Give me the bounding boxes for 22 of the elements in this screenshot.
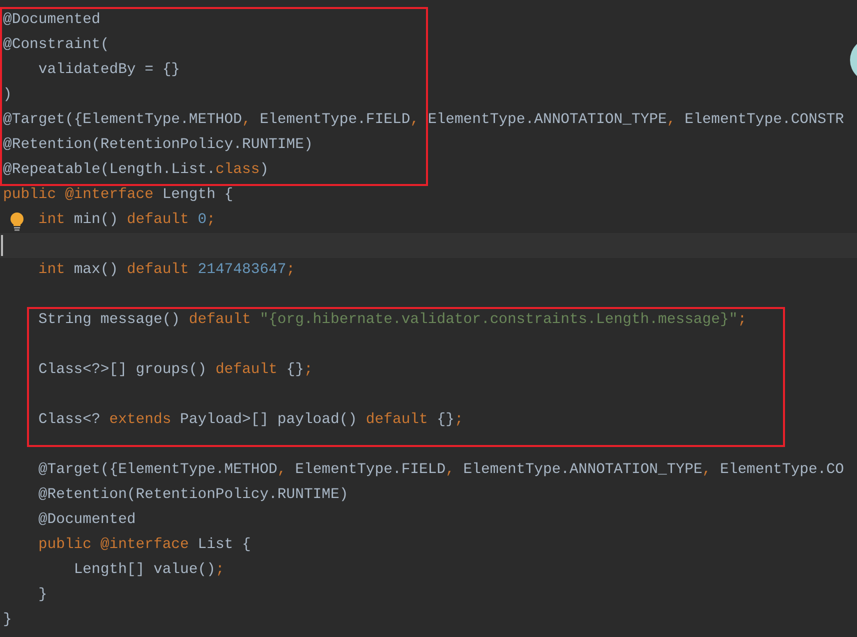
code-line: String message() default "{org.hibernate.validator.constraints.Length.message}";: [38, 311, 747, 330]
code-line: @Repeatable(Length.List.class): [3, 161, 269, 180]
code-line: Class<?>[] groups() default {};: [38, 361, 313, 380]
code-line: public @interface Length {: [3, 186, 234, 205]
code-line: @Constraint(: [3, 36, 110, 55]
code-line: Length[] value();: [74, 561, 224, 580]
code-line: @Documented: [3, 11, 100, 30]
code-line: validatedBy = {}: [38, 61, 180, 80]
code-line: @Target({ElementType.METHOD, ElementType.FIELD, ElementType.ANNOTATION_TYPE, ElementType.CONSTR: [3, 111, 844, 130]
code-line: public @interface List {: [38, 536, 251, 555]
code-line: }: [3, 611, 12, 630]
lightbulb-icon[interactable]: [10, 212, 24, 231]
code-line: int min() default 0;: [38, 211, 216, 230]
code-line: Class<? extends Payload>[] payload() default {};: [38, 411, 464, 430]
code-line: @Retention(RetentionPolicy.RUNTIME): [38, 486, 348, 505]
code-line: @Target({ElementType.METHOD, ElementType.FIELD, ElementType.ANNOTATION_TYPE, ElementType.CO: [38, 461, 844, 480]
code-line: int max() default 2147483647;: [38, 261, 296, 280]
code-line: }: [38, 586, 48, 605]
text-caret: [1, 235, 3, 256]
code-line: ): [3, 86, 12, 105]
code-line: @Retention(RetentionPolicy.RUNTIME): [3, 136, 313, 155]
code-line: @Documented: [38, 511, 136, 530]
